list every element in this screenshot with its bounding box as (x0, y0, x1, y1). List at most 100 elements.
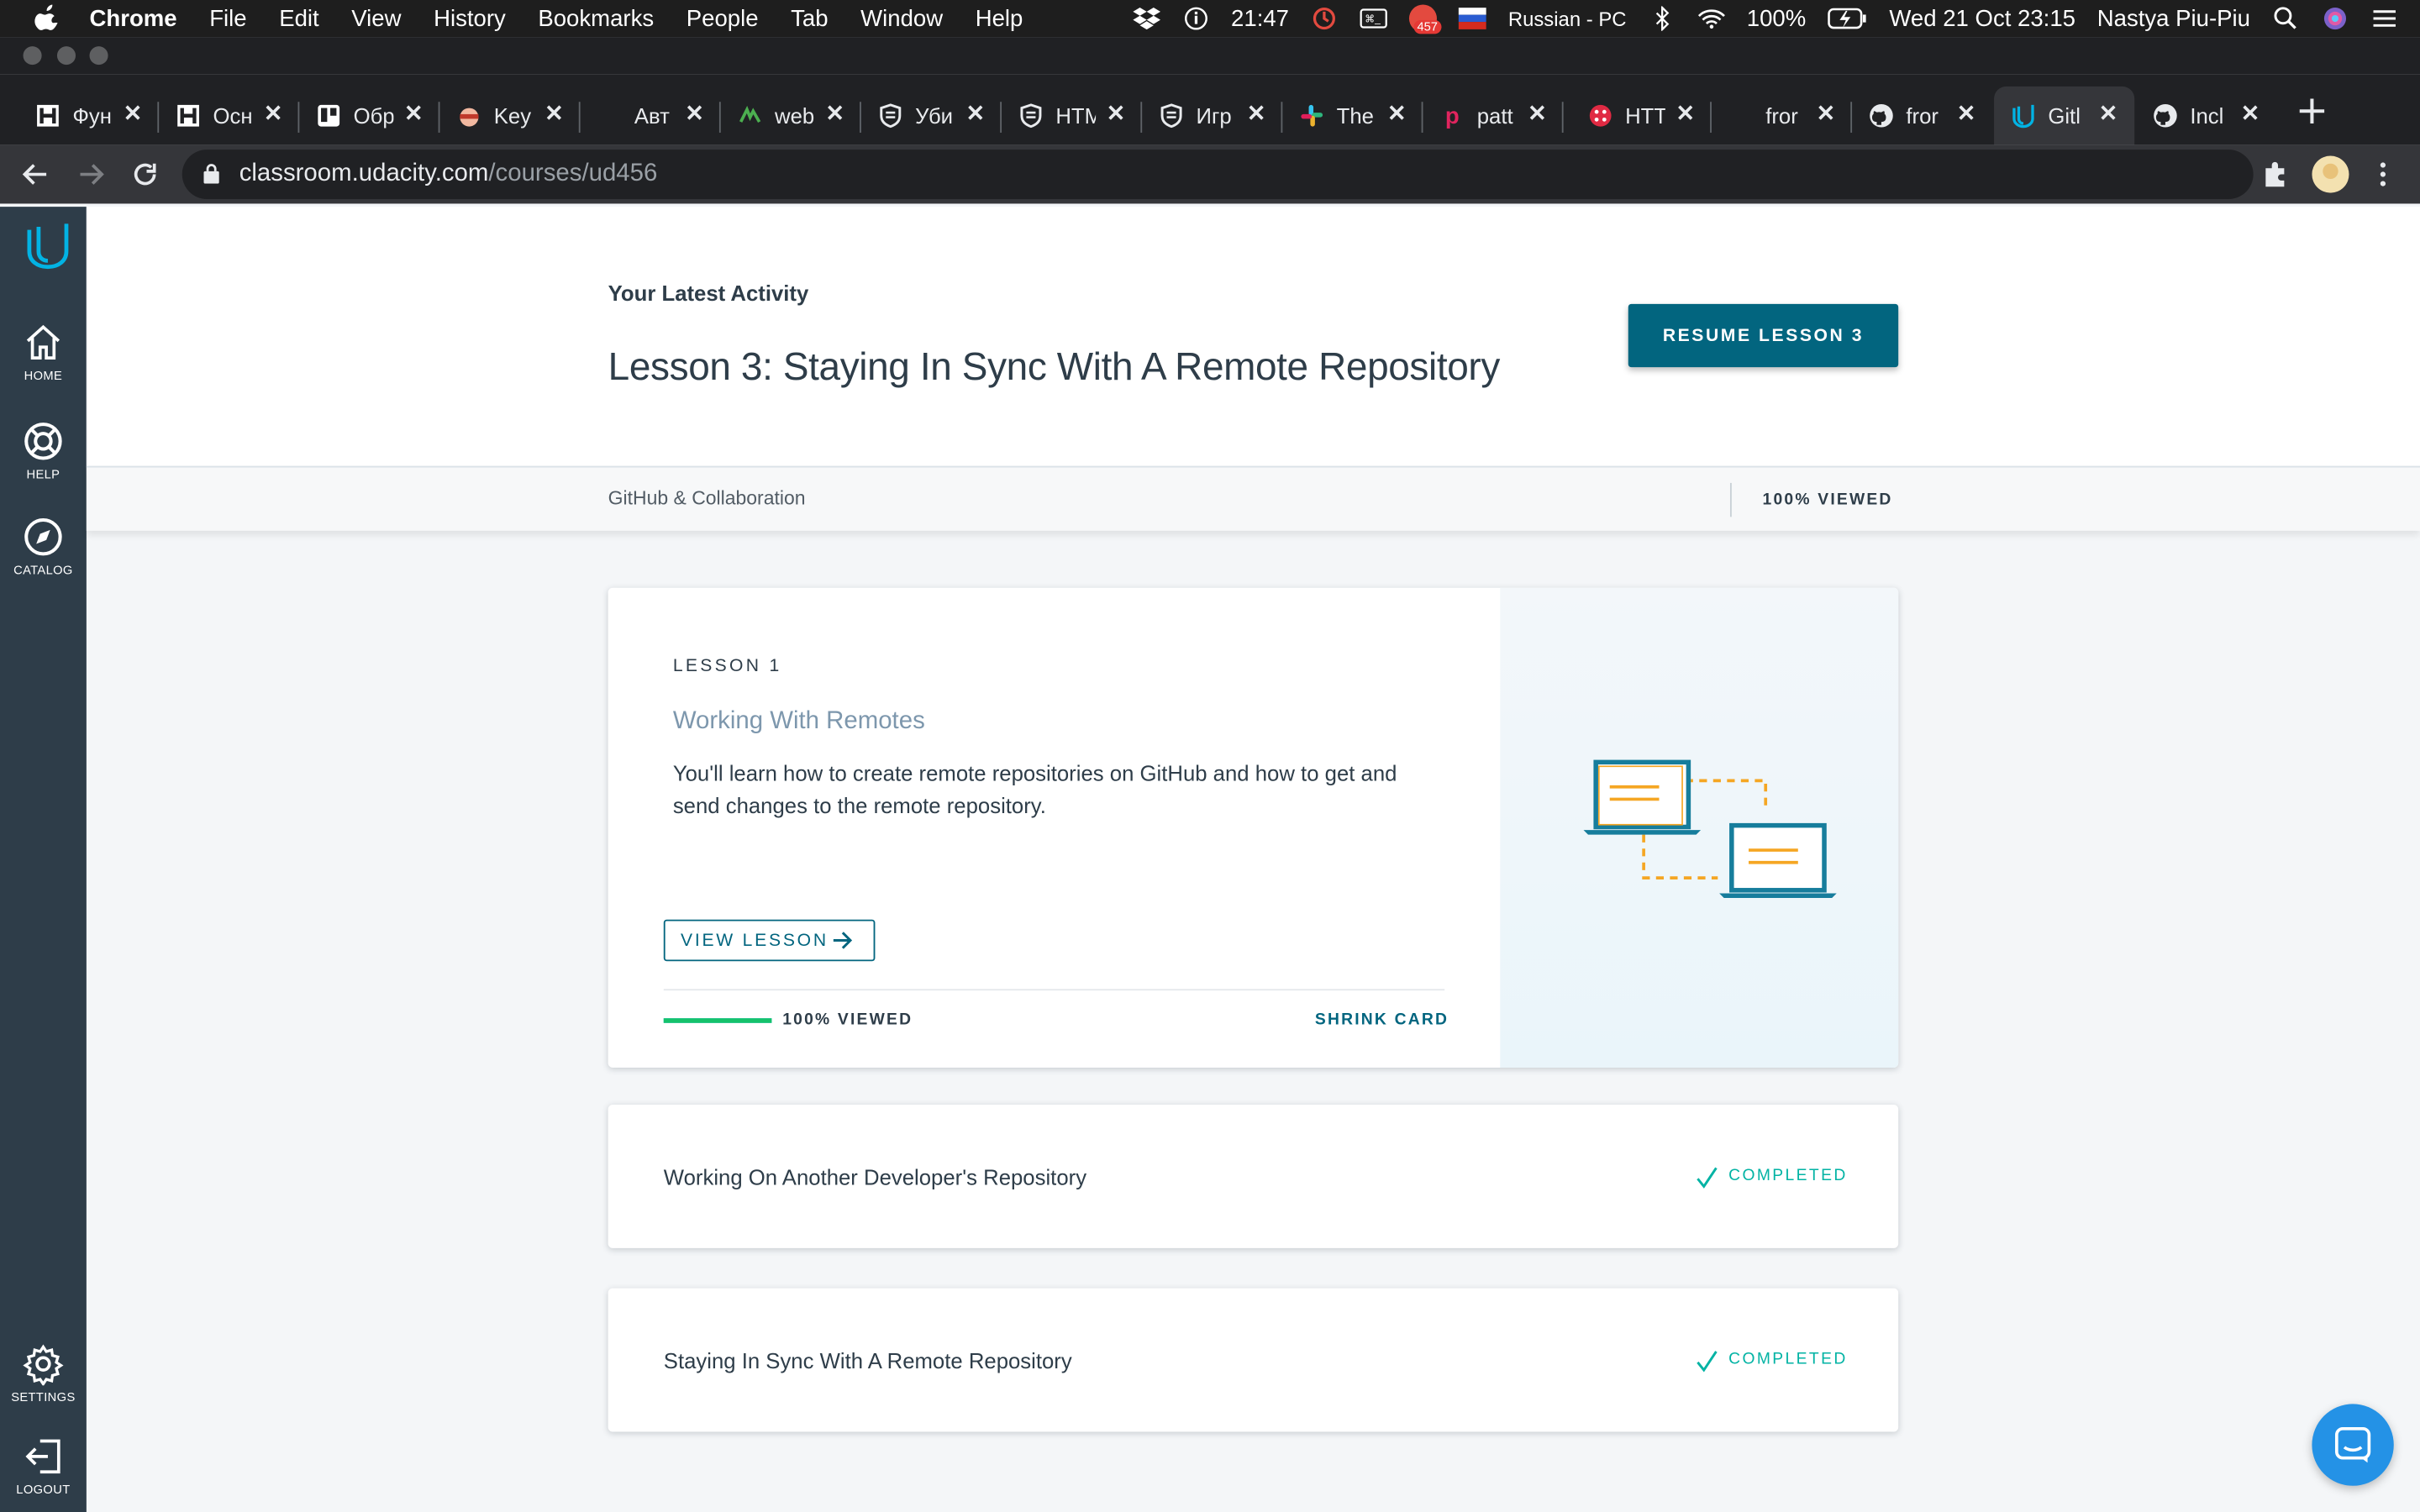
hex-icon (1588, 103, 1612, 128)
spotlight-search-icon[interactable] (2272, 6, 2300, 30)
lock-icon[interactable] (203, 164, 219, 184)
tab-9[interactable]: Игр (1142, 87, 1283, 145)
menu-bookmarks[interactable]: Bookmarks (538, 5, 654, 31)
menubar-datetime[interactable]: Wed 21 Oct 23:15 (1889, 5, 2075, 31)
nav-help[interactable]: HELP (0, 420, 87, 481)
notification-badge-icon[interactable]: 457 (1409, 4, 1441, 34)
tab-close-icon[interactable] (684, 102, 706, 123)
support-chat-button[interactable] (2312, 1404, 2394, 1486)
profile-avatar-icon[interactable] (2312, 155, 2349, 193)
lesson-row-status: COMPLETED (1728, 1350, 1848, 1369)
udacity-logo-icon[interactable] (24, 222, 71, 271)
close-window-button[interactable] (23, 46, 42, 66)
checkmark-icon (1697, 1351, 1718, 1373)
command-icon[interactable]: ⌘_ (1360, 6, 1388, 30)
wifi-icon[interactable] (1697, 6, 1725, 30)
nav-settings[interactable]: SETTINGS (0, 1342, 87, 1404)
tab-3[interactable]: Обр (299, 87, 440, 145)
chat-bubble-icon (2334, 1426, 2371, 1463)
tab-11[interactable]: p patt (1423, 87, 1564, 145)
nav-home[interactable]: HOME (0, 321, 87, 383)
tab-close-icon[interactable] (1105, 102, 1127, 123)
new-tab-plus-icon[interactable] (2296, 96, 2328, 127)
tab-16[interactable]: Incl (2136, 87, 2276, 145)
tab-12[interactable]: HTT (1564, 87, 1712, 145)
tab-close-icon[interactable] (1386, 102, 1407, 123)
apple-icon[interactable] (34, 4, 58, 33)
info-status-icon[interactable] (1181, 6, 1209, 30)
minimize-window-button[interactable] (56, 46, 76, 66)
course-title: GitHub & Collaboration (608, 487, 806, 510)
tab-close-icon[interactable] (1815, 102, 1837, 123)
menu-people[interactable]: People (687, 5, 759, 31)
course-subbar (86, 465, 2420, 531)
arrow-right-icon (833, 932, 853, 949)
menu-view[interactable]: View (351, 5, 401, 31)
russia-flag-icon[interactable] (1459, 6, 1487, 30)
timer-icon[interactable] (1311, 6, 1339, 30)
back-arrow-icon[interactable] (22, 160, 50, 188)
battery-percent[interactable]: 100% (1747, 5, 1806, 31)
tab-13[interactable]: fror (1712, 87, 1853, 145)
lesson-description: You'll learn how to create remote reposi… (672, 760, 1397, 818)
keyboard-layout[interactable]: Russian - PC (1508, 7, 1627, 30)
zoom-window-button[interactable] (89, 46, 108, 66)
lesson-card-collapsed[interactable]: Working On Another Developer's Repositor… (608, 1105, 1899, 1248)
url-text[interactable]: classroom.udacity.com/courses/ud456 (239, 160, 658, 188)
view-lesson-button[interactable]: VIEW LESSON (663, 919, 876, 962)
bluetooth-icon[interactable] (1648, 6, 1676, 31)
tab-close-icon[interactable] (262, 102, 284, 123)
lesson-row-title: Staying In Sync With A Remote Repository (663, 1348, 1072, 1373)
tab-close-icon[interactable] (402, 102, 424, 123)
tab-close-icon[interactable] (1245, 102, 1267, 123)
tab-close-icon[interactable] (1527, 102, 1549, 123)
url-path: /courses/ud456 (488, 160, 658, 187)
tab-label: Incl (2190, 103, 2224, 129)
menu-help[interactable]: Help (976, 5, 1023, 31)
siri-icon[interactable] (2321, 6, 2349, 30)
menu-history[interactable]: History (434, 5, 506, 31)
menu-edit[interactable]: Edit (279, 5, 318, 31)
tab-6[interactable]: web (721, 87, 861, 145)
forward-arrow-icon[interactable] (77, 160, 105, 188)
lesson-row-status: COMPLETED (1728, 1166, 1848, 1185)
nav-logout[interactable]: LOGOUT (0, 1435, 87, 1497)
menubar-user[interactable]: Nastya Piu-Piu (2097, 5, 2250, 31)
menu-chrome[interactable]: Chrome (90, 5, 177, 31)
tab-close-icon[interactable] (1955, 102, 1977, 123)
reload-icon[interactable] (131, 160, 159, 188)
lesson-number: LESSON 1 (672, 657, 782, 676)
menu-window[interactable]: Window (860, 5, 943, 31)
tab-close-icon[interactable] (2239, 102, 2261, 123)
menu-file[interactable]: File (209, 5, 246, 31)
tab-1[interactable]: Фун (18, 87, 160, 145)
lesson-card-collapsed[interactable]: Staying In Sync With A Remote Repository… (608, 1288, 1899, 1432)
kebab-menu-icon[interactable] (2369, 160, 2396, 188)
tab-14[interactable]: fror (1852, 87, 1992, 145)
tab-5[interactable]: Авт (581, 87, 721, 145)
resume-lesson-button[interactable]: RESUME LESSON 3 (1628, 303, 1899, 368)
dropbox-icon[interactable] (1132, 6, 1160, 30)
tab-close-icon[interactable] (824, 102, 846, 123)
lesson-card-expanded: LESSON 1 Working With Remotes You'll lea… (608, 587, 1899, 1068)
tab-15-active[interactable]: Gitl (1994, 86, 2135, 145)
tab-close-icon[interactable] (2097, 102, 2119, 123)
battery-icon[interactable] (1828, 6, 1868, 30)
shrink-card-link[interactable]: SHRINK CARD (1315, 1011, 1449, 1029)
menubar-clock[interactable]: 21:47 (1231, 5, 1289, 31)
tab-8[interactable]: HTM (1002, 87, 1143, 145)
tab-close-icon[interactable] (544, 102, 566, 123)
extensions-puzzle-icon[interactable] (2261, 160, 2289, 188)
control-center-icon[interactable] (2370, 6, 2398, 30)
menu-tab[interactable]: Tab (791, 5, 828, 31)
tab-label: HTM (1055, 103, 1096, 129)
tab-4[interactable]: Key (439, 87, 581, 145)
tab-close-icon[interactable] (965, 102, 986, 123)
lesson-row-title: Working On Another Developer's Repositor… (663, 1164, 1087, 1190)
nav-catalog[interactable]: CATALOG (0, 515, 87, 577)
tab-close-icon[interactable] (122, 102, 144, 123)
tab-7[interactable]: Уби (861, 87, 1002, 145)
tab-close-icon[interactable] (1675, 102, 1697, 123)
tab-10[interactable]: The (1282, 87, 1423, 145)
tab-2[interactable]: Осн (159, 87, 300, 145)
